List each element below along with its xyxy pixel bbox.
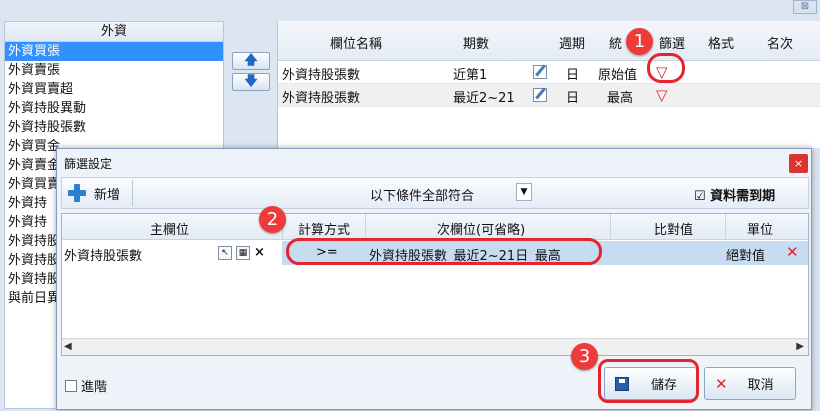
row-stat: 最高: [607, 91, 634, 106]
row-cycle: 日: [566, 91, 580, 106]
row-field-name: 外資持股張數: [282, 91, 361, 106]
table-row[interactable]: 外資持股張數 近第1 日 原始值 ▽: [278, 61, 820, 84]
checkbox-box: [65, 379, 77, 392]
step-badge-1: 1: [626, 28, 653, 55]
header-cycle: 週期: [559, 37, 586, 52]
edit-icon[interactable]: [533, 88, 547, 102]
header-rank: 名次: [767, 37, 794, 52]
data-expire-checkbox[interactable]: ☑ 資料需到期: [694, 185, 775, 204]
header-secondary-field: 次欄位(可省略): [437, 223, 526, 238]
header-filter: 篩選: [659, 37, 686, 52]
step-badge-3: 3: [571, 343, 598, 370]
dialog-close-button[interactable]: ×: [789, 154, 808, 173]
header-divider: [365, 214, 366, 240]
delete-row-icon[interactable]: ✕: [786, 243, 799, 261]
main-field-value[interactable]: 外資持股張數: [64, 245, 142, 264]
dialog-toolbar: 新增 以下條件全部符合 ▼ ☑ 資料需到期: [61, 177, 809, 209]
field-list-item[interactable]: 外資持股張數: [5, 118, 223, 137]
row-highlight-ring: [286, 238, 602, 265]
field-list-item[interactable]: 外資買張: [5, 42, 223, 61]
header-calc-method: 計算方式: [298, 223, 351, 238]
move-down-button[interactable]: 🡇: [232, 73, 270, 91]
scroll-right-icon[interactable]: ▶: [796, 341, 804, 352]
header-divider: [725, 214, 726, 240]
add-label: 新增: [94, 187, 121, 203]
cancel-label: 取消: [747, 378, 774, 393]
cursor-select-icon[interactable]: ↖: [218, 246, 232, 260]
edit-icon[interactable]: [533, 65, 547, 79]
dialog-title: 篩選設定: [64, 157, 113, 171]
save-highlight-ring: [598, 359, 699, 403]
condition-mode-select[interactable]: 以下條件全部符合: [370, 185, 474, 204]
advanced-label: 進階: [81, 380, 108, 395]
unit-value[interactable]: 絕對值: [726, 245, 765, 264]
header-format: 格式: [708, 37, 735, 52]
close-icon: ✕: [715, 374, 728, 393]
horizontal-scrollbar[interactable]: ◀ ▶: [62, 338, 808, 355]
clear-icon[interactable]: ×: [254, 245, 265, 260]
field-list-item[interactable]: 外資賣張: [5, 61, 223, 80]
row-stat: 原始值: [598, 68, 638, 83]
header-divider: [610, 214, 611, 240]
row-field-name: 外資持股張數: [282, 68, 361, 83]
plus-icon: [68, 184, 86, 202]
table-icon[interactable]: ▦: [236, 246, 250, 260]
header-field-name: 欄位名稱: [330, 37, 383, 52]
header-stat: 統: [609, 37, 623, 52]
condition-grid-header: 主欄位 計算方式 次欄位(可省略) 比對值 單位: [62, 214, 808, 240]
row-cycle: 日: [566, 68, 580, 83]
condition-grid: 主欄位 計算方式 次欄位(可省略) 比對值 單位 外資持股張數 ↖ ▦ × >=…: [61, 213, 809, 356]
column-grid: 欄位名稱 期數 週期 統 篩選 格式 名次 外資持股張數 近第1 日 原始值 ▽…: [277, 21, 820, 148]
table-row[interactable]: 外資持股張數 最近2~21 日 最高 ▽: [278, 84, 820, 107]
add-condition-button[interactable]: 新增: [64, 181, 130, 205]
filter-highlight-ring: [647, 53, 685, 83]
field-list-header: 外資: [5, 22, 223, 42]
chevron-down-icon[interactable]: ▼: [516, 183, 532, 201]
field-list-item[interactable]: 外資買賣超: [5, 80, 223, 99]
row-period: 最近2~21: [453, 91, 515, 106]
field-list-item[interactable]: 外資持股異動: [5, 99, 223, 118]
filter-icon[interactable]: ▽: [656, 86, 668, 104]
header-main-field: 主欄位: [150, 223, 190, 238]
header-compare-value: 比對值: [654, 223, 694, 238]
toolbar-divider: [132, 180, 133, 206]
advanced-checkbox[interactable]: 進階: [65, 376, 107, 395]
header-unit: 單位: [747, 223, 774, 238]
step-badge-2: 2: [259, 206, 286, 233]
scroll-left-icon[interactable]: ◀: [64, 341, 72, 352]
header-period: 期數: [463, 37, 490, 52]
column-grid-header: 欄位名稱 期數 週期 統 篩選 格式 名次: [278, 21, 820, 61]
row-period: 近第1: [453, 68, 488, 83]
cancel-button[interactable]: ✕ 取消: [704, 367, 796, 400]
move-up-button[interactable]: 🡅: [232, 52, 270, 70]
window-close-button[interactable]: ⊠: [793, 0, 817, 14]
